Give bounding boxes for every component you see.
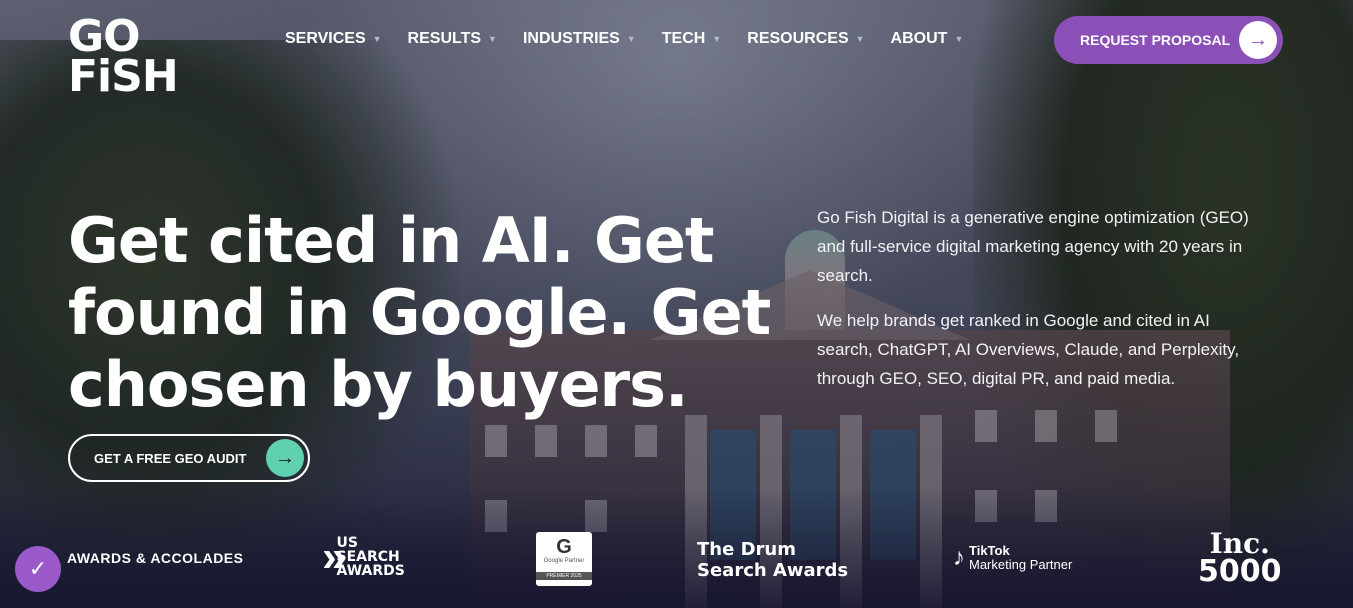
nav-item-tech[interactable]: TECH ▼: [662, 30, 721, 48]
logo-line-2: FiSH: [68, 51, 179, 102]
nav-label: ABOUT: [890, 30, 948, 47]
inc-line-2: 5000: [1198, 554, 1282, 589]
request-proposal-label: REQUEST PROPOSAL: [1080, 32, 1231, 48]
go-fish-logo[interactable]: GO FiSH: [68, 15, 179, 102]
nav-label: RESULTS: [407, 30, 482, 47]
intro-paragraph-1: Go Fish Digital is a generative engine o…: [817, 208, 1249, 285]
nav-item-about[interactable]: ABOUT ▼: [891, 30, 964, 48]
tiktok-line-2: Marketing Partner: [969, 557, 1073, 572]
caret-down-icon: ▼: [488, 34, 497, 44]
arrow-right-icon: →: [1239, 21, 1277, 59]
intro-paragraph-2: We help brands get ranked in Google and …: [817, 311, 1240, 388]
arrow-right-icon: →: [266, 439, 304, 477]
the-drum-search-awards-logo: The Drum Search Awards: [697, 539, 848, 581]
nav-item-results[interactable]: RESULTS ▼: [408, 30, 497, 48]
google-partner-text: Google Partner: [543, 558, 585, 564]
caret-down-icon: ▼: [855, 34, 865, 44]
chevrons-icon: »: [322, 532, 347, 581]
nav-item-services[interactable]: SERVICES ▼: [285, 30, 382, 48]
caret-down-icon: ▼: [372, 34, 382, 44]
main-nav: SERVICES ▼ RESULTS ▼ INDUSTRIES ▼ TECH ▼…: [285, 30, 989, 48]
geo-audit-label: GET A FREE GEO AUDIT: [94, 450, 247, 466]
nav-item-resources[interactable]: RESOURCES ▼: [747, 30, 864, 48]
tiktok-line-1: TikTok: [969, 543, 1010, 558]
nav-item-industries[interactable]: INDUSTRIES ▼: [523, 30, 636, 48]
us-search-awards-logo: » US SEARCH AWARDS: [322, 532, 405, 581]
google-partner-badge: G Google Partner PREMIER 2025: [536, 532, 592, 586]
us-search-line-3: AWARDS: [336, 563, 405, 579]
request-proposal-button[interactable]: REQUEST PROPOSAL →: [1054, 16, 1283, 64]
us-search-line-2: SEARCH: [336, 549, 400, 565]
nav-label: RESOURCES: [747, 30, 849, 47]
us-search-line-1: US: [336, 535, 358, 551]
caret-down-icon: ▼: [626, 34, 636, 44]
bottom-fade: [0, 488, 1353, 608]
inc-5000-logo: Inc. 5000: [1198, 530, 1282, 589]
awards-label: AWARDS & ACCOLADES: [67, 550, 244, 566]
drum-line-1: The Drum: [697, 539, 796, 560]
caret-down-icon: ▼: [712, 34, 722, 44]
nav-label: SERVICES: [285, 30, 366, 47]
hero-intro: Go Fish Digital is a generative engine o…: [817, 203, 1267, 393]
drum-line-2: Search Awards: [697, 560, 849, 581]
google-g-icon: G: [556, 536, 572, 558]
hero-headline: Get cited in AI. Get found in Google. Ge…: [68, 204, 771, 421]
award-badge-icon: ✓: [15, 546, 61, 592]
nav-label: TECH: [661, 30, 706, 47]
nav-label: INDUSTRIES: [522, 30, 620, 47]
caret-down-icon: ▼: [954, 34, 964, 44]
geo-audit-button[interactable]: GET A FREE GEO AUDIT →: [68, 434, 310, 482]
tiktok-marketing-partner-logo: ♪ TikTok Marketing Partner: [953, 544, 1072, 572]
google-premier-text: PREMIER 2025: [536, 572, 592, 580]
tiktok-icon: ♪: [953, 544, 965, 571]
